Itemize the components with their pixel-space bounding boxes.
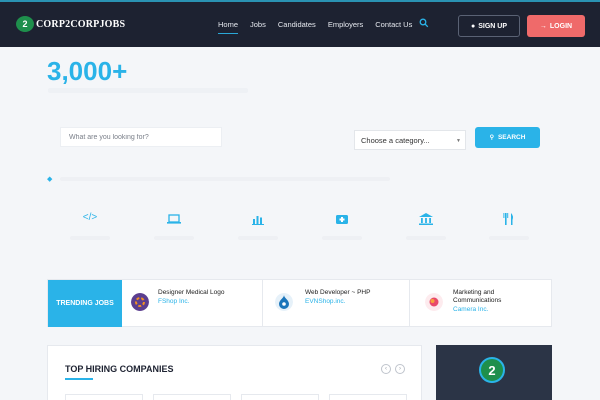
joomla-logo-icon	[131, 293, 149, 311]
nav-jobs[interactable]: Jobs	[250, 20, 266, 29]
company-card[interactable]	[65, 394, 143, 400]
trending-jobs-bar: TRENDING JOBS Designer Medical Logo FSho…	[47, 279, 552, 327]
sign-up-label: SIGN UP	[478, 22, 508, 30]
main-nav: Home Jobs Candidates Employers Contact U…	[218, 20, 424, 34]
bar-chart-icon[interactable]	[248, 212, 268, 226]
cutlery-icon[interactable]	[499, 212, 519, 226]
section-title: TOP HIRING COMPANIES	[65, 364, 174, 374]
trending-job-item[interactable]: Marketing and Communications Camera Inc.	[410, 280, 552, 327]
chevron-left-icon[interactable]: ‹	[381, 364, 391, 374]
job-company[interactable]: Camera Inc.	[453, 306, 488, 313]
search-input[interactable]	[60, 127, 222, 147]
nav-contact-us[interactable]: Contact Us	[375, 20, 412, 29]
job-count: 3,000+	[47, 56, 128, 86]
hero-title-text: Browse Jobs	[134, 56, 284, 86]
login-button[interactable]: → LOGIN	[527, 15, 585, 37]
search-button-label: SEARCH	[497, 134, 526, 141]
job-title[interactable]: Marketing and Communications	[453, 289, 533, 305]
top-navbar: 2 CORP2CORPJOBS Home Jobs Candidates Emp…	[0, 0, 600, 47]
tags-icon: ◆	[47, 176, 53, 183]
category-label-placeholder	[489, 236, 529, 240]
nav-home[interactable]: Home	[218, 20, 239, 34]
drupal-logo-icon	[275, 293, 293, 311]
company-card[interactable]	[329, 394, 407, 400]
company-card[interactable]	[153, 394, 231, 400]
promo-panel: 2	[436, 345, 552, 400]
trending-job-item[interactable]: Web Developer ~ PHP EVNShop.inc.	[263, 280, 409, 327]
sign-in-icon: →	[539, 22, 547, 30]
company-card[interactable]	[241, 394, 319, 400]
caret-down-icon: ▼	[456, 138, 461, 144]
category-label-placeholder	[406, 236, 446, 240]
logo-mark: 2	[16, 16, 34, 32]
medkit-icon[interactable]	[332, 212, 352, 226]
category-select-value: Choose a category...	[361, 135, 430, 145]
popular-tags-placeholder	[60, 177, 390, 181]
job-title[interactable]: Web Developer ~ PHP	[305, 289, 370, 297]
company-logo-icon	[425, 293, 443, 311]
category-label-placeholder	[70, 236, 110, 240]
title-underline	[65, 378, 93, 380]
hero-subtitle-placeholder	[48, 88, 248, 93]
search-button-icon: ⚲	[489, 135, 494, 141]
category-select[interactable]: Choose a category... ▼	[354, 130, 466, 150]
laptop-icon[interactable]	[164, 212, 184, 226]
trending-jobs-label: TRENDING JOBS	[48, 280, 122, 327]
trending-job-item[interactable]: Designer Medical Logo FShop Inc.	[122, 280, 262, 327]
job-title[interactable]: Designer Medical Logo	[158, 289, 224, 297]
bank-icon[interactable]	[416, 212, 436, 226]
site-logo[interactable]: 2 CORP2CORPJOBS	[16, 16, 125, 32]
search-icon[interactable]	[419, 18, 429, 28]
user-icon: ●	[470, 22, 476, 30]
category-label-placeholder	[154, 236, 194, 240]
top-hiring-companies-panel: TOP HIRING COMPANIES ‹ ›	[47, 345, 422, 400]
category-label-placeholder	[238, 236, 278, 240]
nav-candidates[interactable]: Candidates	[278, 20, 316, 29]
login-label: LOGIN	[549, 22, 573, 30]
hero-title: 3,000+ Browse Jobs	[47, 56, 283, 87]
nav-employers[interactable]: Employers	[328, 20, 363, 29]
promo-logo: 2	[479, 357, 505, 383]
job-company[interactable]: FShop Inc.	[158, 298, 189, 305]
category-label-placeholder	[322, 236, 362, 240]
chevron-right-icon[interactable]: ›	[395, 364, 405, 374]
sign-up-button[interactable]: ● SIGN UP	[458, 15, 520, 37]
job-company[interactable]: EVNShop.inc.	[305, 298, 345, 305]
logo-text: CORP2CORPJOBS	[36, 18, 126, 30]
search-button[interactable]: ⚲ SEARCH	[475, 127, 540, 148]
code-icon[interactable]: </>	[80, 212, 100, 226]
